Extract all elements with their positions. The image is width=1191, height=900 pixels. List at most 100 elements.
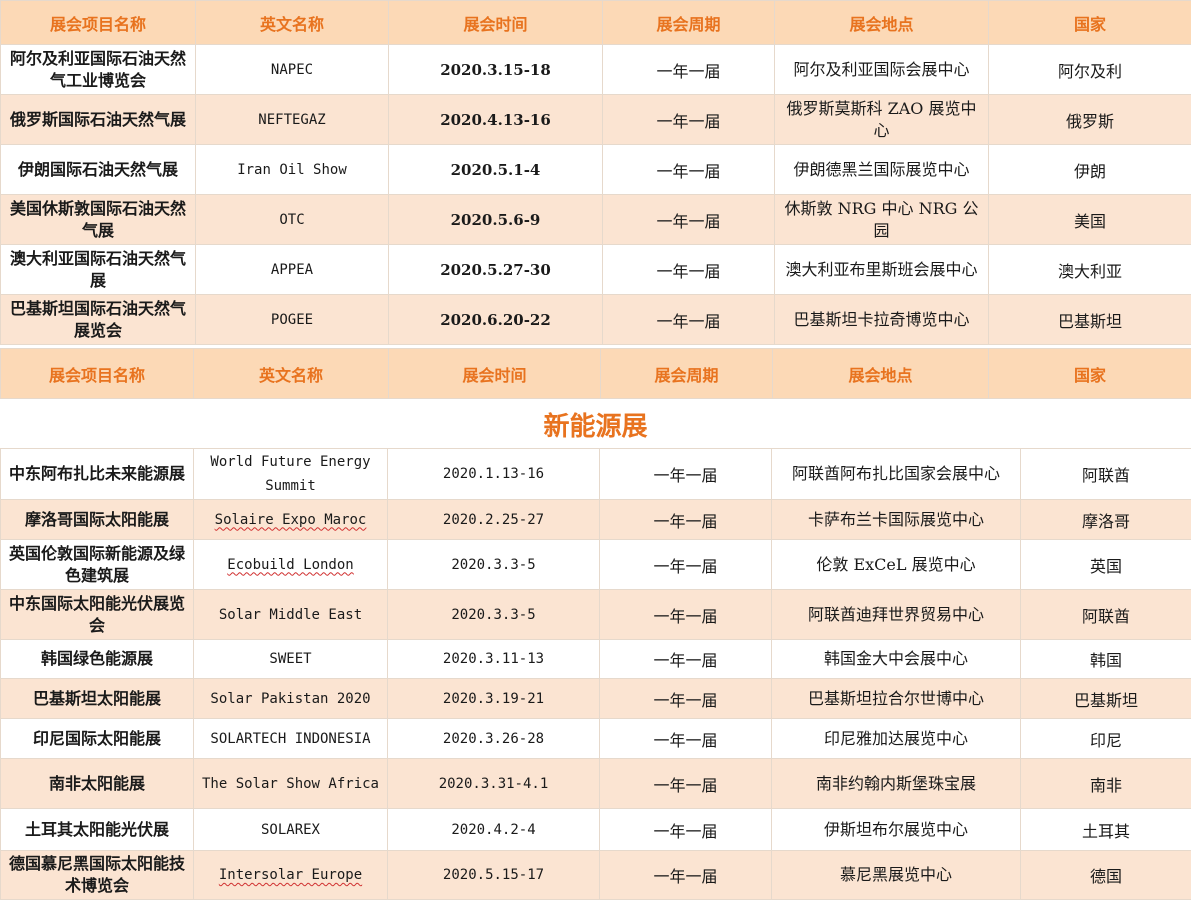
exhibition-venue: 阿尔及利亚国际会展中心 [774,44,989,95]
exhibition-date: 2020.3.26-28 [387,718,600,759]
exhibition-venue: 伦敦 ExCeL 展览中心 [771,539,1021,590]
exhibition-name: 美国休斯敦国际石油天然气展 [0,194,196,245]
english-name: SOLARTECH INDONESIA [193,718,388,759]
exhibition-cycle: 一年一届 [602,144,775,195]
exhibition-date: 2020.1.13-16 [387,448,600,500]
table-row: 印尼国际太阳能展 SOLARTECH INDONESIA 2020.3.26-2… [0,718,1191,759]
exhibition-cycle: 一年一届 [602,94,775,145]
exhibition-country: 印尼 [1020,718,1191,759]
exhibition-cycle: 一年一届 [599,499,772,540]
header-english: 英文名称 [195,0,389,45]
table-row: 摩洛哥国际太阳能展 Solaire Expo Maroc 2020.2.25-2… [0,499,1191,540]
exhibition-date: 2020.5.15-17 [387,850,600,900]
english-name: OTC [195,194,389,245]
exhibition-country: 德国 [1020,850,1191,900]
exhibition-venue: 阿联酋阿布扎比国家会展中心 [771,448,1021,500]
header-date: 展会时间 [388,348,601,399]
english-name: SWEET [193,639,388,679]
table-row: 中东国际太阳能光伏展览会 Solar Middle East 2020.3.3-… [0,589,1191,640]
exhibition-venue: 巴基斯坦卡拉奇博览中心 [774,294,989,345]
section-title-band: 新能源展 [0,398,1191,449]
exhibition-venue: 韩国金大中会展中心 [771,639,1021,679]
exhibition-country: 英国 [1020,539,1191,590]
table-row: 澳大利亚国际石油天然气展 APPEA 2020.5.27-30 一年一届 澳大利… [0,244,1191,295]
exhibition-name: 英国伦敦国际新能源及绿色建筑展 [0,539,194,590]
exhibition-cycle: 一年一届 [599,678,772,719]
exhibition-cycle: 一年一届 [599,539,772,590]
exhibition-venue: 印尼雅加达展览中心 [771,718,1021,759]
exhibition-cycle: 一年一届 [599,448,772,500]
exhibition-date: 2020.5.1-4 [388,144,603,195]
exhibition-cycle: 一年一届 [602,244,775,295]
exhibition-venue: 慕尼黑展览中心 [771,850,1021,900]
header-date: 展会时间 [388,0,603,45]
exhibition-cycle: 一年一届 [602,194,775,245]
table-row: 韩国绿色能源展 SWEET 2020.3.11-13 一年一届 韩国金大中会展中… [0,639,1191,679]
table-row: 阿尔及利亚国际石油天然气工业博览会 NAPEC 2020.3.15-18 一年一… [0,44,1191,95]
exhibition-country: 俄罗斯 [988,94,1191,145]
exhibition-name: 中东国际太阳能光伏展览会 [0,589,194,640]
english-name: APPEA [195,244,389,295]
exhibition-date: 2020.5.27-30 [388,244,603,295]
new-energy-header-table: 展会项目名称 英文名称 展会时间 展会周期 展会地点 国家 [0,348,1191,399]
exhibition-venue: 休斯敦 NRG 中心 NRG 公园 [774,194,989,245]
exhibition-date: 2020.3.3-5 [387,589,600,640]
header-country: 国家 [988,0,1191,45]
exhibition-country: 阿联酋 [1020,448,1191,500]
exhibition-name: 巴基斯坦太阳能展 [0,678,194,719]
exhibition-name: 俄罗斯国际石油天然气展 [0,94,196,145]
table-row: 德国慕尼黑国际太阳能技术博览会 Intersolar Europe 2020.5… [0,850,1191,900]
english-name: World Future Energy Summit [193,448,388,500]
exhibition-country: 澳大利亚 [988,244,1191,295]
english-name: Solar Pakistan 2020 [193,678,388,719]
table-row: 巴基斯坦国际石油天然气展览会 POGEE 2020.6.20-22 一年一届 巴… [0,294,1191,345]
exhibition-venue: 阿联酋迪拜世界贸易中心 [771,589,1021,640]
exhibition-name: 南非太阳能展 [0,758,194,809]
exhibition-name: 中东阿布扎比未来能源展 [0,448,194,500]
oil-gas-table: 展会项目名称 英文名称 展会时间 展会周期 展会地点 国家 阿尔及利亚国际石油天… [0,0,1191,345]
header-english: 英文名称 [193,348,389,399]
exhibition-date: 2020.3.19-21 [387,678,600,719]
table-row: 美国休斯敦国际石油天然气展 OTC 2020.5.6-9 一年一届 休斯敦 NR… [0,194,1191,245]
english-name: Solaire Expo Maroc [193,499,388,540]
exhibition-date: 2020.6.20-22 [388,294,603,345]
exhibition-name: 澳大利亚国际石油天然气展 [0,244,196,295]
exhibition-name: 韩国绿色能源展 [0,639,194,679]
english-name: The Solar Show Africa [193,758,388,809]
english-name: SOLAREX [193,808,388,851]
table-row: 伊朗国际石油天然气展 Iran Oil Show 2020.5.1-4 一年一届… [0,144,1191,195]
header-cycle: 展会周期 [602,0,775,45]
english-name: Iran Oil Show [195,144,389,195]
exhibition-name: 阿尔及利亚国际石油天然气工业博览会 [0,44,196,95]
exhibition-country: 美国 [988,194,1191,245]
exhibition-country: 阿联酋 [1020,589,1191,640]
exhibition-country: 土耳其 [1020,808,1191,851]
exhibition-country: 南非 [1020,758,1191,809]
exhibition-venue: 伊斯坦布尔展览中心 [771,808,1021,851]
exhibition-date: 2020.4.13-16 [388,94,603,145]
exhibition-country: 巴基斯坦 [988,294,1191,345]
exhibition-country: 摩洛哥 [1020,499,1191,540]
english-name: POGEE [195,294,389,345]
exhibition-country: 伊朗 [988,144,1191,195]
exhibition-date: 2020.2.25-27 [387,499,600,540]
table-row: 南非太阳能展 The Solar Show Africa 2020.3.31-4… [0,758,1191,809]
english-name: NEFTEGAZ [195,94,389,145]
header-row: 展会项目名称 英文名称 展会时间 展会周期 展会地点 国家 [0,348,1191,399]
exhibition-date: 2020.3.31-4.1 [387,758,600,809]
english-name: Solar Middle East [193,589,388,640]
exhibition-cycle: 一年一届 [599,758,772,809]
exhibition-cycle: 一年一届 [599,850,772,900]
exhibition-venue: 卡萨布兰卡国际展览中心 [771,499,1021,540]
exhibition-venue: 南非约翰内斯堡珠宝展 [771,758,1021,809]
table-row: 中东阿布扎比未来能源展 World Future Energy Summit 2… [0,448,1191,500]
exhibition-name: 德国慕尼黑国际太阳能技术博览会 [0,850,194,900]
table-row: 土耳其太阳能光伏展 SOLAREX 2020.4.2-4 一年一届 伊斯坦布尔展… [0,808,1191,851]
exhibition-name: 伊朗国际石油天然气展 [0,144,196,195]
english-name: NAPEC [195,44,389,95]
exhibition-venue: 澳大利亚布里斯班会展中心 [774,244,989,295]
header-row: 展会项目名称 英文名称 展会时间 展会周期 展会地点 国家 [0,0,1191,45]
exhibition-country: 阿尔及利 [988,44,1191,95]
table-row: 巴基斯坦太阳能展 Solar Pakistan 2020 2020.3.19-2… [0,678,1191,719]
exhibition-cycle: 一年一届 [602,294,775,345]
